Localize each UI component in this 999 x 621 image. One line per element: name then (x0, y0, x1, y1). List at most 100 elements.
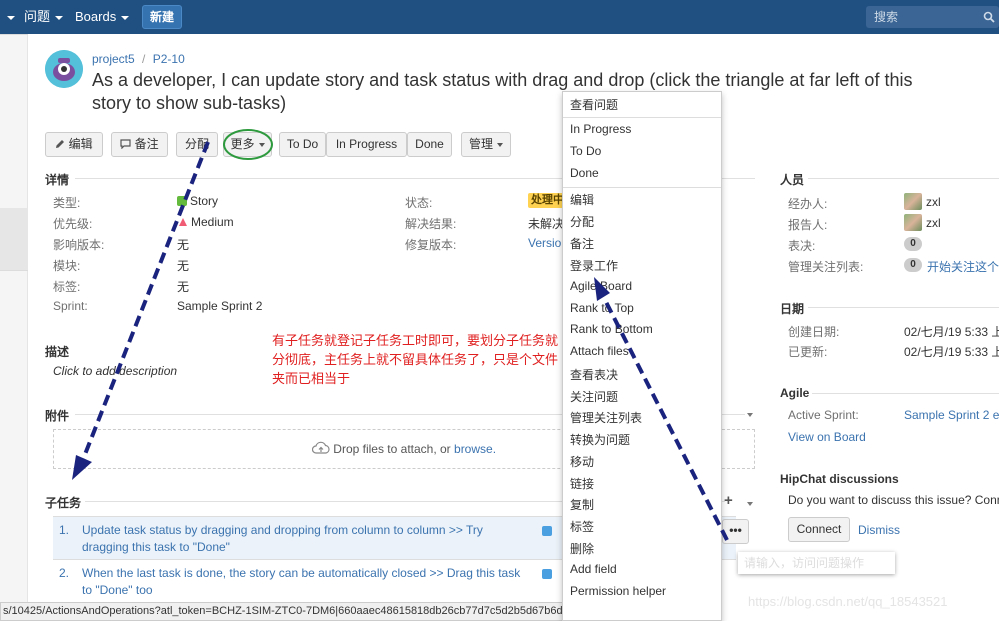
menu-item-view-votes[interactable]: 查看表决 (570, 366, 618, 383)
menu-item-labels[interactable]: 标签 (570, 518, 594, 535)
nav-issues-label: 问题 (24, 9, 51, 24)
chevron-down-icon[interactable] (747, 413, 753, 417)
comment-button[interactable]: 备注 (111, 132, 168, 157)
sidebar-highlight (0, 208, 28, 270)
nav-menu-caret[interactable] (2, 0, 15, 34)
watch-link[interactable]: 开始关注这个 (927, 258, 999, 275)
nav-boards-label: Boards (75, 9, 117, 24)
dismiss-link[interactable]: Dismiss (858, 523, 900, 537)
menu-item-manage-watchers[interactable]: 管理关注列表 (570, 409, 642, 426)
assignee-label: 经办人: (788, 197, 828, 211)
edit-button[interactable]: 编辑 (45, 132, 103, 157)
menu-item-link[interactable]: 链接 (570, 475, 594, 492)
menu-item-watch-issue[interactable]: 关注问题 (570, 388, 618, 405)
more-actions-dropdown: 查看问题 In Progress To Do Done 编辑 分配 备注 登录工… (562, 91, 722, 621)
active-sprint-link[interactable]: Sample Sprint 2 e (904, 408, 999, 422)
comment-icon (120, 139, 131, 150)
divider (808, 178, 999, 179)
watermark: https://blog.csdn.net/qq_18543521 (748, 594, 948, 609)
issue-summary[interactable]: As a developer, I can update story and t… (92, 69, 952, 115)
admin-button[interactable]: 管理 (461, 132, 511, 157)
menu-item-in-progress[interactable]: In Progress (570, 122, 631, 136)
menu-item-permission-helper[interactable]: Permission helper (570, 584, 666, 598)
dates-section-title: 日期 (780, 302, 805, 316)
menu-item-edit[interactable]: 编辑 (570, 191, 594, 208)
sprint-label: Sprint: (53, 299, 88, 313)
divider (808, 307, 999, 308)
story-icon (177, 196, 187, 206)
search-input[interactable]: 搜索 (866, 6, 999, 28)
left-sidebar (0, 34, 28, 621)
project-avatar-icon (45, 50, 83, 88)
subtask-summary[interactable]: When the last task is done, the story ca… (82, 565, 532, 599)
affects-version-value[interactable]: 无 (177, 236, 189, 253)
description-field[interactable]: Click to add description (53, 364, 177, 378)
in-progress-button[interactable]: In Progress (326, 132, 407, 157)
create-button[interactable]: 新建 (142, 5, 182, 29)
browse-link[interactable]: browse. (454, 442, 496, 456)
votes-badge[interactable]: 0 (904, 237, 922, 251)
affects-version-label: 影响版本: (53, 238, 105, 252)
fix-version-value[interactable]: Versio (528, 236, 561, 250)
subtask-summary[interactable]: Update task status by dragging and dropp… (82, 522, 532, 556)
view-on-board-link[interactable]: View on Board (788, 430, 866, 444)
menu-item-view-issue[interactable]: 查看问题 (570, 96, 618, 113)
menu-item-clone[interactable]: 复制 (570, 496, 594, 513)
breadcrumb-separator: / (142, 52, 146, 66)
menu-item-attach-files[interactable]: Attach files (570, 344, 629, 358)
menu-item-log-work[interactable]: 登录工作 (570, 257, 618, 274)
menu-item-agile-board[interactable]: Agile Board (570, 279, 632, 293)
subtask-number: 1. (59, 523, 70, 537)
labels-value[interactable]: 无 (177, 278, 189, 295)
module-label: 模块: (53, 259, 81, 273)
assignee-value[interactable]: zxl (926, 195, 941, 209)
status-label: 状态: (405, 196, 433, 210)
menu-item-move[interactable]: 移动 (570, 453, 594, 470)
votes-label: 表决: (788, 239, 816, 253)
module-value[interactable]: 无 (177, 257, 189, 274)
add-subtask-plus-icon[interactable]: + (724, 492, 733, 509)
menu-item-rank-to-bottom[interactable]: Rank to Bottom (570, 322, 653, 336)
project-avatar[interactable] (45, 50, 83, 88)
admin-button-label: 管理 (468, 137, 493, 151)
menu-item-done[interactable]: Done (570, 166, 599, 180)
nav-boards[interactable]: Boards (75, 0, 130, 34)
menu-item-convert-to-issue[interactable]: 转换为问题 (570, 431, 630, 448)
subtask-actions-button[interactable]: ••• (722, 519, 749, 544)
dropzone-text: Drop files to attach, or (333, 442, 455, 456)
updated-label: 已更新: (788, 345, 828, 359)
menu-item-comment[interactable]: 备注 (570, 235, 594, 252)
menu-item-delete[interactable]: 删除 (570, 540, 594, 557)
breadcrumb-issue-key[interactable]: P2-10 (153, 52, 185, 66)
menu-item-assign[interactable]: 分配 (570, 213, 594, 230)
attachments-section-title: 附件 (45, 409, 70, 423)
chevron-down-icon[interactable] (747, 502, 753, 506)
assign-button[interactable]: 分配 (176, 132, 218, 157)
menu-item-to-do[interactable]: To Do (570, 144, 601, 158)
type-value: Story (177, 194, 218, 208)
reporter-label: 报告人: (788, 218, 828, 232)
chevron-down-icon (497, 142, 503, 147)
menu-item-add-field[interactable]: Add field (570, 562, 617, 576)
connect-button[interactable]: Connect (788, 517, 850, 542)
menu-divider (563, 117, 721, 118)
agile-section-title: Agile (780, 386, 810, 400)
cloud-upload-icon (311, 441, 330, 454)
search-icon (983, 11, 995, 23)
watchers-badge[interactable]: 0 (904, 258, 922, 272)
sprint-value[interactable]: Sample Sprint 2 (177, 299, 262, 313)
menu-item-rank-to-top[interactable]: Rank to Top (570, 301, 634, 315)
tooltip: 请输入，访问问题操作 (738, 552, 895, 574)
reporter-value[interactable]: zxl (926, 216, 941, 230)
labels-label: 标签: (53, 280, 81, 294)
created-value: 02/七月/19 5:33 上 (904, 325, 999, 339)
todo-button[interactable]: To Do (279, 132, 326, 157)
breadcrumb-project[interactable]: project5 (92, 52, 135, 66)
menu-divider (563, 187, 721, 188)
nav-issues[interactable]: 问题 (24, 0, 64, 34)
type-value-text: Story (190, 194, 219, 208)
hipchat-section-title: HipChat discussions (780, 472, 899, 486)
annotation-ellipse (223, 129, 273, 160)
subtask-number: 2. (59, 566, 70, 580)
done-button[interactable]: Done (407, 132, 452, 157)
